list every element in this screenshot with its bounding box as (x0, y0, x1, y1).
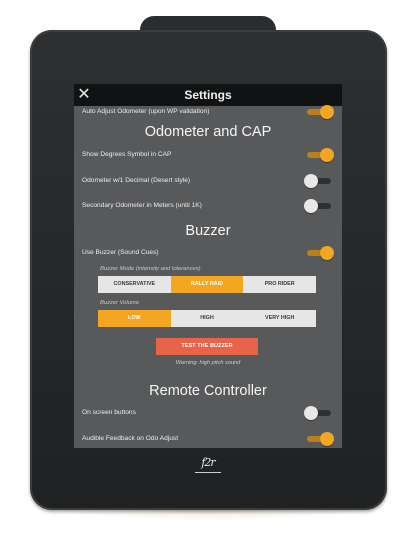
setting-label: On screen buttons (82, 409, 136, 416)
setting-row-decimal: Odometer w/1 Decimal (Desert style) (82, 172, 334, 190)
setting-label: Auto Adjust Odometer (upon WP validation… (82, 108, 210, 115)
warning-text: Warning: high pitch sound (175, 360, 241, 366)
setting-label: Odometer w/1 Decimal (Desert style) (82, 177, 191, 184)
toggle-degrees[interactable] (304, 148, 334, 162)
setting-label: Use Buzzer (Sound Cues) (82, 249, 159, 256)
setting-row-onscreen: On screen buttons (82, 404, 334, 422)
toggle-buzzer[interactable] (304, 246, 334, 260)
buzzer-volume-very-high[interactable]: VERY HIGH (243, 310, 316, 327)
screen: ✕ Settings Auto Adjust Odometer (upon WP… (74, 84, 342, 448)
setting-row-degrees: Show Degrees Symbol in CAP (82, 146, 334, 164)
toggle-auto-adjust[interactable] (304, 105, 334, 119)
buzzer-volume-low[interactable]: LOW (98, 310, 171, 327)
test-buzzer-button[interactable]: TEST THE BUZZER (156, 338, 258, 355)
toggle-knob (304, 199, 318, 213)
toggle-knob (320, 105, 334, 119)
toggle-knob (304, 406, 318, 420)
brand-logo: f2r (193, 456, 223, 476)
logo-text: f2r (201, 456, 215, 469)
section-title-odometer: Odometer and CAP (144, 124, 272, 140)
buzzer-mode-pro-rider[interactable]: PRO RIDER (243, 276, 316, 293)
setting-row-audible: Audible Feedback on Odo Adjust (82, 430, 334, 448)
toggle-knob (320, 432, 334, 446)
buzzer-mode-selector: CONSERVATIVE RALLY RAID PRO RIDER (98, 276, 316, 293)
buzzer-mode-conservative[interactable]: CONSERVATIVE (98, 276, 171, 293)
buzzer-volume-selector: LOW HIGH VERY HIGH (98, 310, 316, 327)
section-title-buzzer: Buzzer (185, 223, 231, 239)
setting-row-secondary: Secondary Odometer in Meters (until 1K) (82, 197, 334, 215)
setting-label: Audible Feedback on Odo Adjust (82, 435, 179, 442)
buzzer-mode-label: Buzzer Mode (intensity and tolerances) (100, 266, 201, 272)
toggle-audible[interactable] (304, 432, 334, 446)
toggle-knob (320, 246, 334, 260)
toggle-decimal[interactable] (304, 174, 334, 188)
setting-row-buzzer: Use Buzzer (Sound Cues) (82, 244, 334, 262)
section-title-remote: Remote Controller (149, 383, 267, 399)
setting-label: Show Degrees Symbol in CAP (82, 151, 172, 158)
toggle-onscreen[interactable] (304, 406, 334, 420)
toggle-knob (304, 174, 318, 188)
toggle-secondary[interactable] (304, 199, 334, 213)
buzzer-volume-label: Buzzer Volume (100, 300, 140, 306)
setting-label: Secondary Odometer in Meters (until 1K) (82, 202, 202, 209)
buzzer-volume-high[interactable]: HIGH (171, 310, 244, 327)
toggle-knob (320, 148, 334, 162)
setting-row-auto-adjust: Auto Adjust Odometer (upon WP validation… (82, 103, 334, 121)
buzzer-mode-rally-raid[interactable]: RALLY RAID (170, 276, 244, 293)
